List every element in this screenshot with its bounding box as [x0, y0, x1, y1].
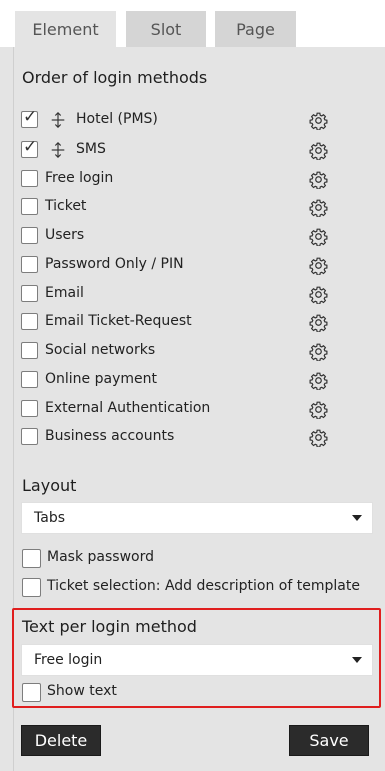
show-text-option[interactable]: Show text [22, 682, 362, 704]
order-section-title: Order of login methods [22, 68, 208, 87]
login-method-row[interactable]: ✓ SMS [21, 137, 361, 162]
login-method-checkbox[interactable] [21, 256, 38, 273]
login-method-row[interactable]: External Authentication [21, 399, 361, 421]
show-text-checkbox[interactable] [22, 683, 41, 702]
gear-icon[interactable] [309, 227, 328, 247]
save-button-label: Save [309, 731, 349, 750]
login-method-checkbox[interactable] [21, 198, 38, 215]
gear-icon[interactable] [309, 170, 328, 190]
login-method-label: Password Only / PIN [45, 256, 184, 272]
login-method-label: Hotel (PMS) [76, 111, 158, 127]
mask-password-option[interactable]: Mask password [22, 548, 362, 570]
layout-section-title: Layout [22, 476, 77, 495]
gear-icon[interactable] [309, 198, 328, 218]
text-method-select[interactable]: Free login [21, 644, 373, 676]
login-method-checkbox[interactable] [21, 285, 38, 302]
tab-slot[interactable]: Slot [126, 11, 206, 47]
ticket-selection-checkbox[interactable] [22, 578, 41, 597]
login-method-label: Email [45, 285, 84, 301]
gear-icon[interactable] [309, 111, 328, 131]
login-method-label: Business accounts [45, 428, 175, 444]
login-method-label: Online payment [45, 371, 157, 387]
gear-icon[interactable] [309, 256, 328, 276]
checkmark-icon: ✓ [23, 107, 38, 127]
login-method-label: External Authentication [45, 400, 211, 416]
login-method-checkbox[interactable] [21, 371, 38, 388]
layout-select[interactable]: Tabs [21, 502, 373, 534]
layout-select-value: Tabs [34, 510, 65, 526]
tab-slot-label: Slot [150, 19, 182, 39]
login-method-row[interactable]: Online payment [21, 370, 361, 392]
login-method-checkbox[interactable] [21, 170, 38, 187]
login-method-row[interactable]: Password Only / PIN [21, 255, 361, 277]
checkmark-icon: ✓ [23, 137, 38, 157]
login-method-label: Free login [45, 170, 114, 186]
gear-icon[interactable] [309, 313, 328, 333]
tab-element[interactable]: Element [15, 11, 116, 47]
drag-handle-icon[interactable] [49, 111, 67, 129]
login-method-checkbox[interactable] [21, 313, 38, 330]
text-method-select-value: Free login [34, 652, 103, 668]
chevron-down-icon [352, 515, 362, 521]
gear-icon[interactable] [309, 400, 328, 420]
login-method-label: Social networks [45, 342, 156, 358]
mask-password-checkbox[interactable] [22, 549, 41, 568]
login-method-checkbox[interactable]: ✓ [21, 137, 38, 158]
delete-button[interactable]: Delete [21, 725, 101, 756]
gear-icon[interactable] [309, 428, 328, 448]
login-method-row[interactable]: ✓ Hotel (PMS) [21, 107, 361, 132]
login-method-label: SMS [76, 141, 106, 157]
login-method-checkbox[interactable] [21, 342, 38, 359]
gear-icon[interactable] [309, 342, 328, 362]
login-method-row[interactable]: Email Ticket-Request [21, 312, 361, 334]
login-method-label: Users [45, 227, 85, 243]
login-method-checkbox[interactable]: ✓ [21, 107, 38, 128]
ticket-selection-option[interactable]: Ticket selection: Add description of tem… [22, 577, 362, 599]
text-per-method-title: Text per login method [22, 617, 197, 636]
gear-icon[interactable] [309, 285, 328, 305]
login-method-row[interactable]: Ticket [21, 197, 361, 219]
login-method-row[interactable]: Business accounts [21, 427, 361, 449]
tab-page-label: Page [236, 19, 275, 39]
login-method-checkbox[interactable] [21, 400, 38, 417]
ticket-selection-label: Ticket selection: Add description of tem… [47, 578, 360, 594]
login-method-label: Email Ticket-Request [45, 313, 192, 329]
show-text-label: Show text [47, 683, 117, 699]
chevron-down-icon [352, 657, 362, 663]
gear-icon[interactable] [309, 371, 328, 391]
login-method-label: Ticket [45, 198, 87, 214]
tab-element-label: Element [32, 19, 99, 39]
drag-handle-icon[interactable] [49, 141, 67, 159]
login-method-checkbox[interactable] [21, 227, 38, 244]
login-method-checkbox[interactable] [21, 428, 38, 445]
tab-page[interactable]: Page [215, 11, 296, 47]
login-method-row[interactable]: Free login [21, 169, 361, 191]
delete-button-label: Delete [34, 731, 88, 750]
login-method-row[interactable]: Email [21, 284, 361, 306]
save-button[interactable]: Save [289, 725, 369, 756]
login-method-row[interactable]: Users [21, 226, 361, 248]
mask-password-label: Mask password [47, 549, 154, 565]
login-method-row[interactable]: Social networks [21, 341, 361, 363]
gear-icon[interactable] [309, 141, 328, 161]
